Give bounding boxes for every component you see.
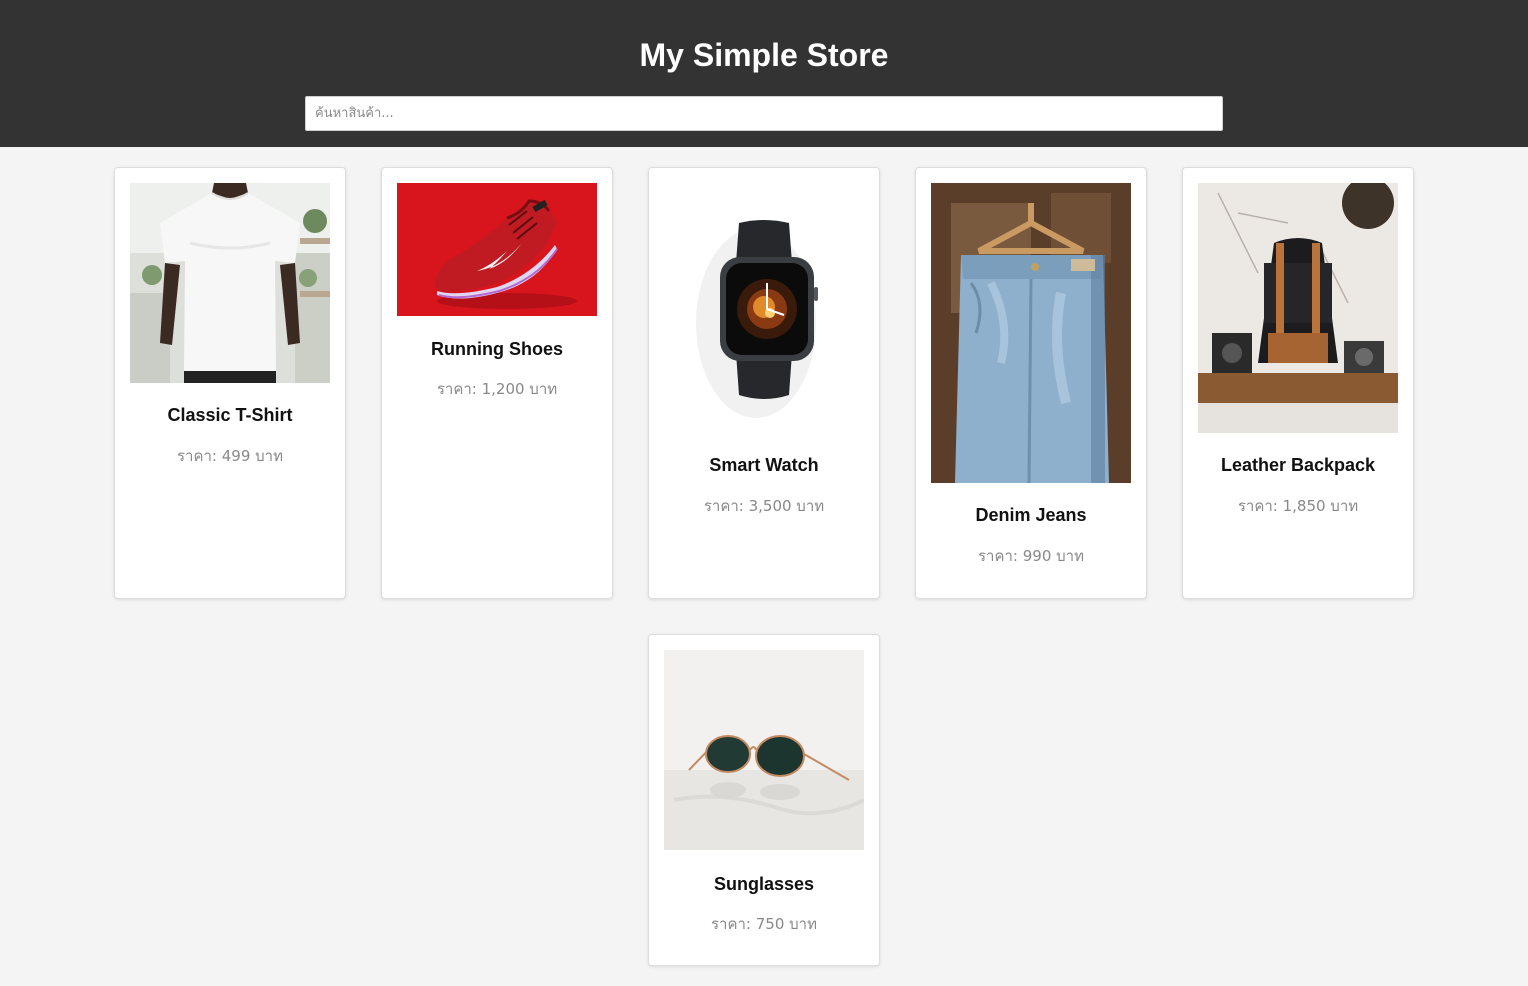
running-shoe-image[interactable] xyxy=(397,183,597,316)
tshirt-image[interactable] xyxy=(130,183,330,383)
backpack-image[interactable] xyxy=(1198,183,1398,433)
product-name: Running Shoes xyxy=(431,339,563,359)
store-title: My Simple Store xyxy=(639,37,889,73)
product-name: Leather Backpack xyxy=(1220,455,1376,475)
product-name: Sunglasses xyxy=(713,874,815,894)
sunglasses-image[interactable] xyxy=(664,650,864,850)
product-card[interactable]: Denim Jeans ราคา: 990 บาท xyxy=(915,167,1147,599)
search-input[interactable] xyxy=(305,96,1223,131)
product-card[interactable]: Sunglasses ราคา: 750 บาท xyxy=(648,634,880,966)
product-price: ราคา: 3,500 บาท xyxy=(703,497,825,515)
product-price: ราคา: 1,200 บาท xyxy=(436,380,558,398)
smart-watch-image[interactable] xyxy=(664,183,864,433)
product-card[interactable]: Smart Watch ราคา: 3,500 บาท xyxy=(648,167,880,599)
product-name: Denim Jeans xyxy=(975,505,1087,525)
product-price: ราคา: 750 บาท xyxy=(711,915,817,933)
product-name: Smart Watch xyxy=(709,455,819,475)
product-card[interactable]: Leather Backpack ราคา: 1,850 บาท xyxy=(1182,167,1414,599)
product-price: ราคา: 990 บาท xyxy=(978,547,1084,565)
product-price: ราคา: 499 บาท xyxy=(177,447,283,465)
product-name: Classic T-Shirt xyxy=(167,405,293,425)
product-card[interactable]: Running Shoes ราคา: 1,200 บาท xyxy=(381,167,613,599)
product-price: ราคา: 1,850 บาท xyxy=(1237,497,1359,515)
store-header: My Simple Store xyxy=(0,0,1528,147)
denim-jeans-image[interactable] xyxy=(931,183,1131,483)
product-card[interactable]: Classic T-Shirt ราคา: 499 บาท xyxy=(114,167,346,599)
